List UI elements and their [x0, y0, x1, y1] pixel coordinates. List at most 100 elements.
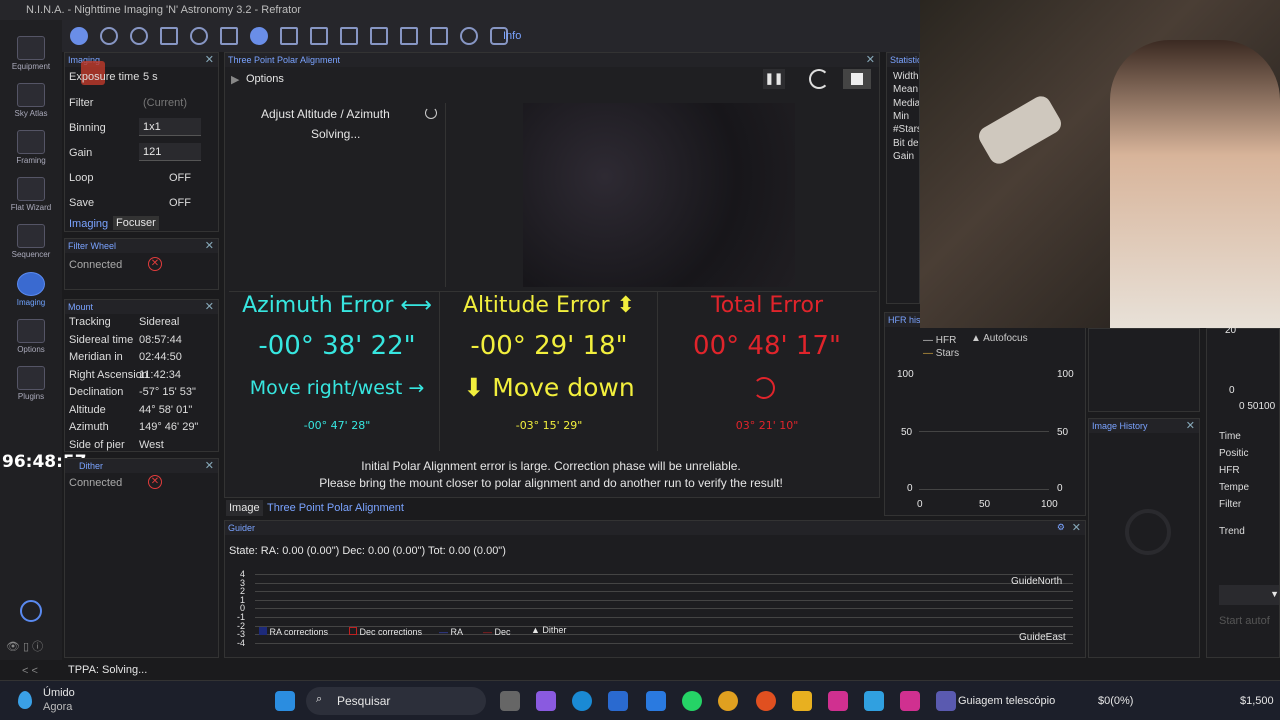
filter-wheel-icon[interactable]: [100, 27, 118, 45]
nav-equipment[interactable]: Equipment: [0, 30, 62, 80]
options-chevron-icon[interactable]: ▶: [231, 73, 239, 86]
statistics-row: Gain: [893, 150, 915, 162]
binning-select[interactable]: 1x1: [139, 118, 201, 136]
autofocus-row: HFR: [1219, 465, 1240, 476]
search-box[interactable]: ⌕ Pesquisar: [306, 687, 486, 715]
filter-select[interactable]: (Current): [143, 97, 187, 109]
weather-label[interactable]: Úmido: [43, 687, 75, 699]
settings-sliders-icon[interactable]: [310, 27, 328, 45]
nav-flat-wizard[interactable]: Flat Wizard: [0, 171, 62, 221]
loop-toggle[interactable]: OFF: [169, 172, 191, 184]
view-icons[interactable]: 👁 ▯ ⓘ: [6, 638, 43, 654]
mount-row-label: Meridian in: [69, 351, 123, 363]
telescope-icon[interactable]: [220, 27, 238, 45]
gain-field[interactable]: 121: [139, 143, 201, 161]
active-window-label[interactable]: Guiagem telescópio: [958, 695, 1055, 707]
nav-framing[interactable]: Framing: [0, 124, 62, 174]
windows-start-icon[interactable]: [275, 691, 295, 711]
mount-row-value: 02:44:50: [139, 351, 182, 363]
copilot-icon[interactable]: [536, 691, 556, 711]
lightbulb-icon[interactable]: [460, 27, 478, 45]
camera-icon[interactable]: [70, 27, 88, 45]
close-icon[interactable]: ✕: [1072, 521, 1081, 534]
focuser-icon[interactable]: [130, 27, 148, 45]
disconnect-icon[interactable]: ✕: [148, 475, 162, 489]
nina-taskbar-icon[interactable]: [936, 691, 956, 711]
settings-icon[interactable]: ⚙: [1057, 522, 1065, 533]
mount-row-value: 08:57:44: [139, 333, 182, 346]
nav-options[interactable]: Options: [0, 313, 62, 363]
start-autofocus-button[interactable]: Start autof: [1219, 615, 1270, 627]
azimuth-error-title: Azimuth Error ⟷: [242, 293, 432, 318]
image-history-panel: Image History ✕: [1088, 418, 1200, 658]
app-icon[interactable]: [900, 691, 920, 711]
nav-sequencer[interactable]: Sequencer: [0, 218, 62, 268]
collapse-button[interactable]: < <: [22, 665, 38, 677]
guider-title: Guider: [225, 521, 1085, 535]
save-toggle[interactable]: OFF: [169, 197, 191, 209]
stop-button[interactable]: [843, 69, 871, 89]
x-tick: 50: [979, 499, 991, 510]
power-icon[interactable]: [20, 600, 42, 622]
dither-title: Dither: [65, 459, 218, 473]
guide-north-label: GuideNorth: [1011, 576, 1063, 587]
task-view-icon[interactable]: [500, 691, 520, 711]
opera-icon[interactable]: [756, 691, 776, 711]
app-icon[interactable]: [864, 691, 884, 711]
mount-row-label: Declination: [69, 386, 124, 398]
folder-icon[interactable]: [792, 691, 812, 711]
info-label[interactable]: Info: [503, 30, 521, 42]
tab-focuser[interactable]: Focuser: [113, 216, 159, 230]
close-icon[interactable]: ✕: [1186, 419, 1195, 432]
azimuth-move-hint: Move right/west →: [249, 377, 425, 399]
star-field-image: [523, 103, 795, 287]
rotator-icon[interactable]: [190, 27, 208, 45]
azimuth-initial-error: -00° 47' 28": [303, 419, 371, 432]
line-chart-icon[interactable]: [430, 27, 448, 45]
framing-tool-icon[interactable]: [160, 27, 178, 45]
close-icon[interactable]: ✕: [866, 53, 875, 66]
guider-gridline: [255, 642, 1073, 644]
mount-row-label: Altitude: [69, 403, 106, 416]
tab-image[interactable]: Image: [226, 500, 263, 516]
close-icon[interactable]: ✕: [205, 459, 214, 472]
telescope-shape: [975, 92, 1065, 168]
edge-icon[interactable]: [572, 691, 592, 711]
dome-icon[interactable]: [340, 27, 358, 45]
total-error-title: Total Error: [711, 293, 823, 318]
autofocus-row: Tempe: [1219, 482, 1250, 493]
sky-atlas-icon: [17, 83, 45, 107]
close-icon[interactable]: ✕: [205, 53, 214, 66]
disconnect-icon[interactable]: ✕: [148, 257, 162, 271]
tab-imaging[interactable]: Imaging: [69, 218, 108, 230]
pause-button[interactable]: ❚❚: [763, 69, 785, 89]
equipment-icon: [17, 36, 45, 60]
total-initial-error: 03° 21' 10": [735, 419, 799, 432]
options-expander[interactable]: Options: [246, 73, 284, 85]
store-icon[interactable]: [608, 691, 628, 711]
chrome-icon[interactable]: [718, 691, 738, 711]
app-icon[interactable]: [646, 691, 666, 711]
hfr-history-panel: HFR histo — HFR ▲ Autofocus — Stars 100 …: [884, 312, 1086, 516]
solving-status: Solving...: [311, 127, 361, 141]
tab-three-point-polar-alignment[interactable]: Three Point Polar Alignment: [267, 502, 404, 514]
bar-chart-icon[interactable]: [400, 27, 418, 45]
history-icon: [1125, 509, 1171, 555]
app-icon[interactable]: [828, 691, 848, 711]
nav-imaging[interactable]: Imaging: [0, 266, 62, 316]
close-icon[interactable]: ✕: [205, 300, 214, 313]
azimuth-error-value: -00° 38' 22": [258, 331, 416, 361]
whatsapp-icon[interactable]: [682, 691, 702, 711]
sequencer-icon: [17, 224, 45, 248]
autofocus-select[interactable]: ▼: [1219, 585, 1279, 605]
nav-plugins[interactable]: Plugins: [0, 360, 62, 410]
sequence-icon[interactable]: [280, 27, 298, 45]
observatory-icon[interactable]: [370, 27, 388, 45]
close-icon[interactable]: ✕: [205, 239, 214, 252]
guider-icon[interactable]: [250, 27, 268, 45]
person-shape: [1110, 40, 1280, 328]
y-tick-right: 0: [1057, 483, 1063, 494]
exposure-field[interactable]: 5 s: [143, 71, 158, 83]
statistics-row: #Stars: [893, 124, 920, 136]
nav-sky-atlas[interactable]: Sky Atlas: [0, 77, 62, 127]
